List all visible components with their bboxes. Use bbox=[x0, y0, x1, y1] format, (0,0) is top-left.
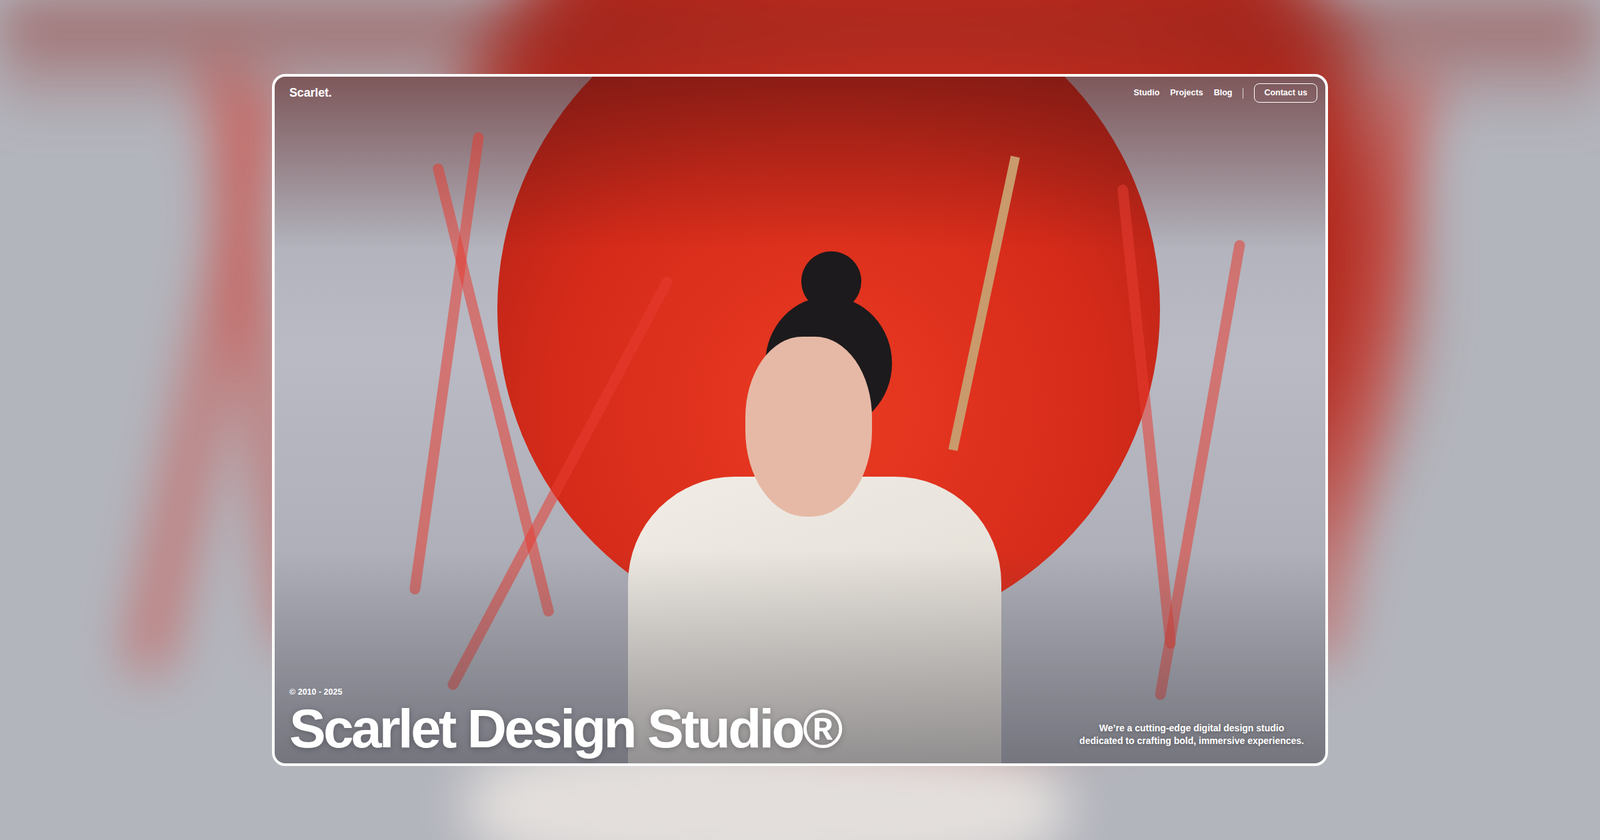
site-header: Scarlet. Studio Projects Blog Contact us bbox=[289, 83, 1318, 103]
contact-button[interactable]: Contact us bbox=[1254, 83, 1318, 103]
website-frame: Scarlet. Studio Projects Blog Contact us ©… bbox=[272, 74, 1328, 766]
showcase-stage: Scarlet. Studio Projects Blog Contact us ©… bbox=[0, 0, 1600, 840]
hero-title: Scarlet Design Studio® bbox=[289, 700, 841, 757]
copyright-text: © 2010 - 2025 bbox=[289, 686, 841, 699]
site-logo[interactable]: Scarlet. bbox=[289, 84, 332, 102]
hero-description: We’re a cutting-edge digital design stud… bbox=[1079, 722, 1304, 748]
hero-photo bbox=[274, 76, 1326, 764]
hero-footer: © 2010 - 2025 Scarlet Design Studio® We’… bbox=[289, 686, 1318, 757]
site-nav: Studio Projects Blog Contact us bbox=[1133, 83, 1318, 103]
nav-divider bbox=[1242, 88, 1244, 99]
nav-link[interactable]: Projects bbox=[1170, 86, 1203, 100]
description-line: We’re a cutting-edge digital design stud… bbox=[1079, 722, 1304, 735]
nav-link[interactable]: Studio bbox=[1133, 86, 1160, 100]
description-line: dedicated to crafting bold, immersive ex… bbox=[1079, 734, 1304, 748]
nav-link[interactable]: Blog bbox=[1214, 86, 1233, 100]
